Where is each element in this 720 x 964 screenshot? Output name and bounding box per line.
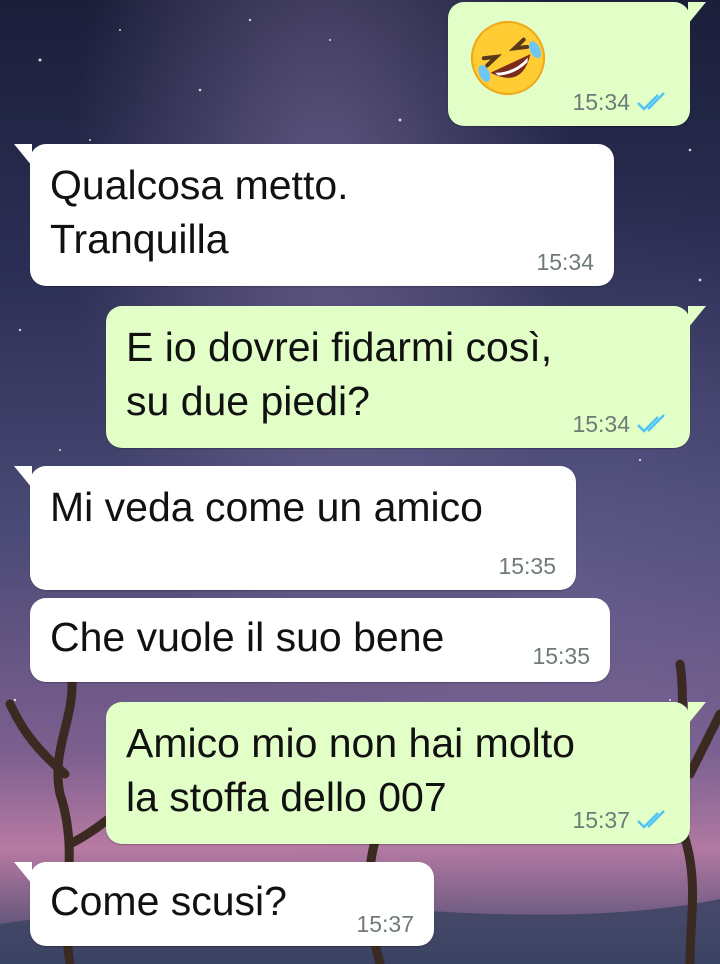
message-text: Qualcosa metto. Tranquilla: [50, 158, 349, 266]
message-meta: 15:37: [356, 910, 414, 938]
outgoing-message[interactable]: E io dovrei fidarmi così, su due piedi? …: [106, 306, 706, 448]
bubble-tail: [14, 466, 32, 488]
message-text: Come scusi?: [50, 874, 287, 928]
message-line: Come scusi?: [50, 878, 287, 924]
message-time: 15:35: [498, 553, 556, 579]
message-time: 15:37: [572, 807, 630, 833]
double-check-read-icon: [637, 92, 665, 111]
incoming-message[interactable]: Mi veda come un amico 15:35: [14, 466, 576, 590]
rolling-on-floor-laughing-emoji-icon: [471, 21, 545, 95]
double-check-read-icon: [637, 414, 665, 433]
bubble-tail: [688, 306, 706, 328]
bubble-tail: [688, 2, 706, 24]
message-meta: 15:37: [572, 806, 670, 834]
message-meta: 15:34: [536, 248, 594, 276]
message-text: Che vuole il suo bene: [50, 610, 444, 664]
message-line: su due piedi?: [126, 378, 370, 424]
message-text: Amico mio non hai molto la stoffa dello …: [126, 716, 575, 824]
incoming-message[interactable]: Come scusi? 15:37: [14, 862, 434, 946]
bubble-tail: [688, 702, 706, 724]
outgoing-message[interactable]: 15:34: [448, 2, 706, 126]
incoming-message[interactable]: Qualcosa metto. Tranquilla 15:34: [14, 144, 614, 286]
message-meta: 15:35: [532, 642, 590, 670]
message-time: 15:34: [572, 411, 630, 437]
message-text: Mi veda come un amico: [50, 480, 483, 534]
message-line: Amico mio non hai molto: [126, 720, 575, 766]
bubble-tail: [14, 862, 32, 884]
message-meta: 15:34: [572, 88, 670, 116]
double-check-read-icon: [637, 810, 665, 829]
message-line: la stoffa dello 007: [126, 774, 447, 820]
message-line: Qualcosa metto.: [50, 162, 349, 208]
message-line: E io dovrei fidarmi così,: [126, 324, 553, 370]
bubble-tail: [14, 144, 32, 166]
message-meta: 15:35: [498, 552, 556, 580]
message-line: Mi veda come un amico: [50, 484, 483, 530]
outgoing-message[interactable]: Amico mio non hai molto la stoffa dello …: [106, 702, 706, 844]
message-line: Che vuole il suo bene: [50, 614, 445, 660]
message-meta: 15:34: [572, 410, 670, 438]
message-time: 15:34: [572, 89, 630, 115]
message-time: 15:37: [356, 911, 414, 937]
message-time: 15:34: [536, 249, 594, 275]
incoming-message[interactable]: Che vuole il suo bene 15:35: [30, 598, 610, 682]
message-time: 15:35: [532, 643, 590, 669]
message-text: E io dovrei fidarmi così, su due piedi?: [126, 320, 552, 428]
message-line: Tranquilla: [50, 216, 229, 262]
